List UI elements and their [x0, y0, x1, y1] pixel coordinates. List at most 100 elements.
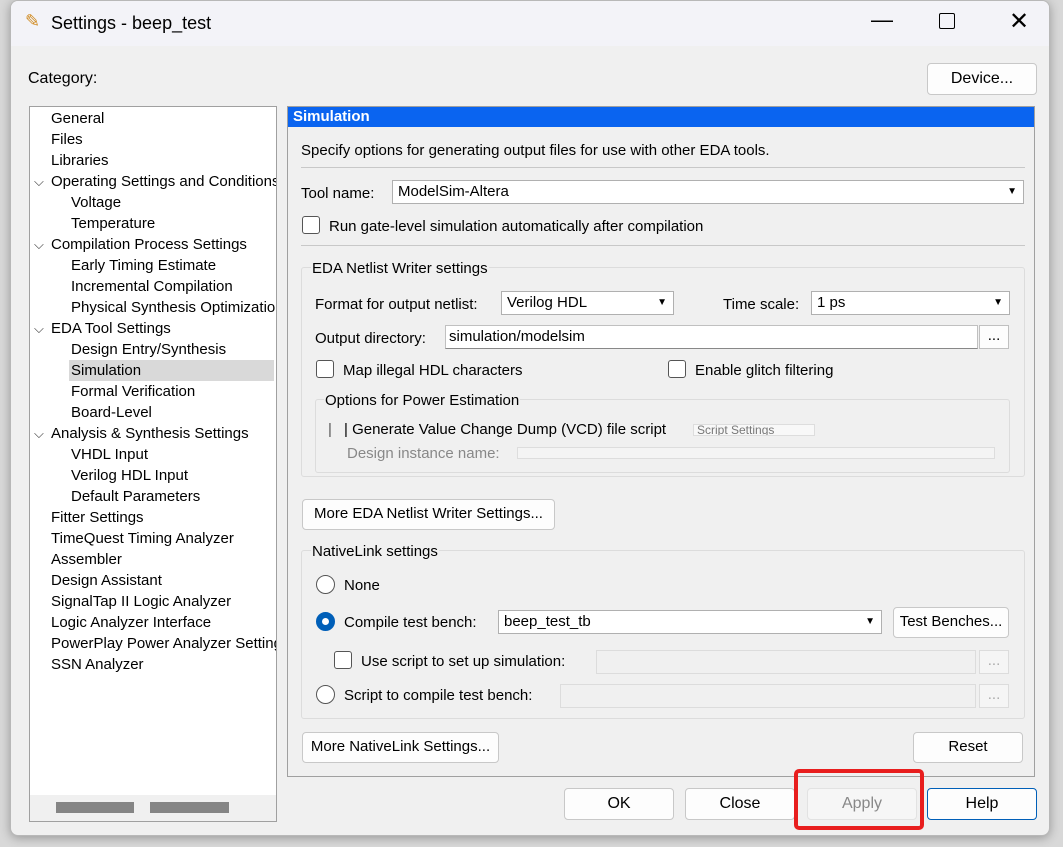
device-button[interactable]: Device... [927, 63, 1037, 95]
tree-item[interactable]: Analysis & Synthesis Settings [51, 423, 249, 444]
time-scale-select[interactable]: 1 ps ▼ [811, 291, 1010, 315]
use-script-checkbox[interactable] [334, 651, 352, 669]
glitch-filter-checkbox[interactable] [668, 360, 686, 378]
tree-item[interactable]: Logic Analyzer Interface [51, 612, 211, 633]
vcd-label: | Generate Value Change Dump (VCD) file … [344, 421, 667, 438]
tree-item-label: General [51, 110, 105, 127]
none-label: None [344, 577, 380, 594]
script-settings-button[interactable]: Script Settings [693, 424, 815, 436]
window-title: Settings - beep_test [51, 13, 212, 33]
tree-item[interactable]: Operating Settings and Conditions [51, 171, 277, 192]
pencil-settings-icon: ✎ [25, 11, 41, 31]
chevron-down-icon[interactable]: ⌵ [34, 171, 48, 192]
chevron-down-icon: ▼ [993, 297, 1003, 308]
tree-item[interactable]: Formal Verification [71, 381, 195, 402]
tree-item[interactable]: Design Assistant [51, 570, 162, 591]
tree-item[interactable]: EDA Tool Settings [51, 318, 171, 339]
more-eda-settings-button[interactable]: More EDA Netlist Writer Settings... [302, 499, 555, 530]
tree-item[interactable]: Simulation [69, 360, 274, 381]
tree-item[interactable]: Libraries [51, 150, 109, 171]
tree-item[interactable]: Assembler [51, 549, 122, 570]
tree-item-label: Libraries [51, 152, 109, 169]
tree-item[interactable]: VHDL Input [71, 444, 148, 465]
chevron-down-icon: ▼ [865, 616, 875, 627]
maximize-button[interactable] [939, 13, 955, 29]
script-compile-radio[interactable] [316, 685, 335, 704]
highlight-box [794, 769, 924, 830]
tool-name-label: Tool name: [301, 185, 375, 202]
test-benches-button[interactable]: Test Benches... [893, 607, 1009, 638]
tree-item-label: PowerPlay Power Analyzer Settings [51, 635, 277, 652]
tree-item-label: Board-Level [71, 404, 152, 421]
tree-item-label: Verilog HDL Input [71, 467, 189, 484]
tree-item[interactable]: Verilog HDL Input [71, 465, 188, 486]
tree-item[interactable]: Temperature [71, 213, 155, 234]
none-radio[interactable] [316, 575, 335, 594]
chevron-down-icon[interactable]: ⌵ [34, 423, 48, 444]
map-illegal-checkbox[interactable] [316, 360, 334, 378]
ok-button[interactable]: OK [564, 788, 674, 820]
chevron-down-icon[interactable]: ⌵ [34, 318, 48, 339]
category-label: Category: [28, 70, 98, 87]
nativelink-title: NativeLink settings [311, 543, 439, 560]
tree-item-label: Operating Settings and Conditions [51, 173, 277, 190]
output-dir-browse-button[interactable]: ... [979, 325, 1009, 349]
minimize-button[interactable]: — [871, 7, 893, 33]
compile-test-bench-label: Compile test bench: [344, 614, 477, 631]
tree-item[interactable]: Files [51, 129, 83, 150]
more-nativelink-settings-button[interactable]: More NativeLink Settings... [302, 732, 499, 763]
horizontal-scrollbar[interactable] [30, 795, 276, 821]
tree-item[interactable]: Fitter Settings [51, 507, 144, 528]
category-tree[interactable]: General Files Libraries Operating Settings … [29, 106, 277, 822]
use-script-browse-button[interactable]: ... [979, 650, 1009, 674]
tree-item-label: EDA Tool Settings [51, 320, 171, 337]
reset-button[interactable]: Reset [913, 732, 1023, 763]
tree-item[interactable]: Physical Synthesis Optimizations [71, 297, 277, 318]
close-window-button[interactable]: ✕ [1009, 7, 1029, 36]
script-compile-browse-button[interactable]: ... [979, 684, 1009, 708]
tree-item-label: Default Parameters [71, 488, 201, 505]
tree-item[interactable]: SignalTap II Logic Analyzer [51, 591, 231, 612]
compile-test-bench-radio[interactable] [316, 612, 335, 631]
script-compile-input[interactable] [560, 684, 976, 708]
output-dir-input[interactable]: simulation/modelsim [445, 325, 978, 349]
use-script-input[interactable] [596, 650, 976, 674]
instance-name-label: Design instance name: [347, 445, 500, 461]
tree-item-label: Assembler [51, 551, 122, 568]
glitch-filter-label: Enable glitch filtering [695, 362, 834, 379]
use-script-label: Use script to set up simulation: [361, 653, 566, 670]
chevron-down-icon[interactable]: ⌵ [34, 234, 48, 255]
scrollbar-thumb[interactable] [150, 802, 229, 813]
tree-item[interactable]: Board-Level [71, 402, 152, 423]
run-gate-level-checkbox[interactable] [302, 216, 320, 234]
tree-item[interactable]: Voltage [71, 192, 121, 213]
panel-title: Simulation [288, 107, 1034, 127]
vcd-checkbox[interactable]: | [328, 421, 332, 438]
tree-item[interactable]: Design Entry/Synthesis [71, 339, 226, 360]
tree-item-label: Fitter Settings [51, 509, 144, 526]
title-bar: ✎ Settings - beep_test — ✕ [11, 1, 1049, 46]
tree-item[interactable]: General [51, 108, 104, 129]
tree-item[interactable]: Incremental Compilation [71, 276, 233, 297]
tree-item[interactable]: SSN Analyzer [51, 654, 144, 675]
output-dir-label: Output directory: [315, 330, 426, 347]
tree-item[interactable]: Early Timing Estimate [71, 255, 216, 276]
tree-item-label: VHDL Input [71, 446, 148, 463]
tree-item[interactable]: TimeQuest Timing Analyzer [51, 528, 234, 549]
tree-item-label: Physical Synthesis Optimizations [71, 299, 277, 316]
tree-item-label: Early Timing Estimate [71, 257, 217, 274]
tool-name-select[interactable]: ModelSim-Altera ▼ [392, 180, 1024, 204]
map-illegal-label: Map illegal HDL characters [343, 362, 523, 379]
tree-item[interactable]: PowerPlay Power Analyzer Settings [51, 633, 277, 654]
settings-dialog: ✎ Settings - beep_test — ✕ Category: Dev… [10, 0, 1050, 836]
tree-item[interactable]: Compilation Process Settings [51, 234, 247, 255]
format-select[interactable]: Verilog HDL ▼ [501, 291, 674, 315]
help-button[interactable]: Help [927, 788, 1037, 820]
close-button[interactable]: Close [685, 788, 795, 820]
test-bench-select[interactable]: beep_test_tb ▼ [498, 610, 882, 634]
instance-name-input[interactable] [517, 447, 995, 459]
scrollbar-thumb[interactable] [56, 802, 134, 813]
tree-item[interactable]: Default Parameters [71, 486, 200, 507]
script-compile-label: Script to compile test bench: [344, 687, 533, 704]
test-bench-value: beep_test_tb [504, 613, 591, 630]
